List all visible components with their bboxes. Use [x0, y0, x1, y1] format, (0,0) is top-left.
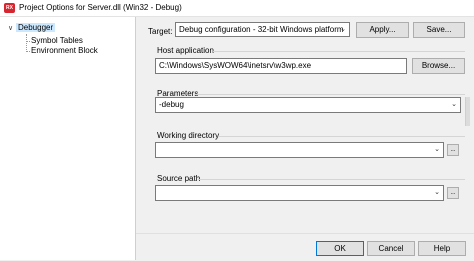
host-application-label: Host application [157, 46, 214, 55]
title-bar: RX Project Options for Server.dll (Win32… [0, 0, 474, 17]
tree-item-label: Debugger [16, 23, 56, 32]
browse-button[interactable]: Browse... [412, 58, 465, 74]
tree-item-environment-block[interactable]: Environment Block [31, 46, 98, 56]
app-icon: RX [4, 3, 15, 13]
group-divider [213, 51, 465, 52]
scrollbar[interactable] [465, 97, 470, 126]
footer-divider [136, 233, 474, 234]
save-button[interactable]: Save... [413, 22, 465, 38]
group-divider [198, 179, 465, 180]
source-path-browse-button[interactable]: ... [447, 187, 459, 199]
tree-item-symbol-tables[interactable]: Symbol Tables [31, 36, 83, 46]
source-path-label: Source path [157, 174, 201, 183]
tree-connector [26, 51, 30, 52]
source-path-combobox[interactable]: ⌄ [155, 185, 444, 201]
options-tree: ∨ Debugger Symbol Tables Environment Bloc… [0, 17, 136, 260]
tree-item-debugger[interactable]: ∨ Debugger [8, 23, 56, 34]
target-select-value: Debug configuration - 32-bit Windows pla… [179, 25, 344, 34]
tree-connector [26, 34, 27, 52]
apply-button[interactable]: Apply... [356, 22, 409, 38]
chevron-down-icon[interactable]: ⌄ [434, 188, 440, 196]
group-divider [195, 94, 465, 95]
working-directory-browse-button[interactable]: ... [447, 144, 459, 156]
parameters-value: -debug [159, 100, 184, 109]
target-select[interactable]: Debug configuration - 32-bit Windows pla… [175, 22, 350, 37]
parameters-combobox[interactable]: -debug ⌄ [155, 97, 461, 113]
tree-connector [26, 41, 30, 42]
host-application-input[interactable]: C:\Windows\SysWOW64\inetsrv\w3wp.exe [155, 58, 407, 74]
expand-chevron-icon[interactable]: ∨ [8, 24, 16, 34]
chevron-down-icon[interactable]: ⌄ [434, 145, 440, 153]
ok-button[interactable]: OK [316, 241, 364, 256]
host-application-value: C:\Windows\SysWOW64\inetsrv\w3wp.exe [159, 61, 312, 70]
window-title: Project Options for Server.dll (Win32 - … [19, 3, 182, 12]
working-directory-combobox[interactable]: ⌄ [155, 142, 444, 158]
chevron-down-icon[interactable]: ⌄ [451, 100, 457, 108]
chevron-down-icon: ⌄ [340, 26, 346, 33]
working-directory-label: Working directory [157, 131, 220, 140]
cancel-button[interactable]: Cancel [367, 241, 415, 256]
group-divider [218, 136, 465, 137]
help-button[interactable]: Help [418, 241, 466, 256]
target-label: Target: [148, 27, 173, 36]
project-options-dialog: RX Project Options for Server.dll (Win32… [0, 0, 474, 261]
